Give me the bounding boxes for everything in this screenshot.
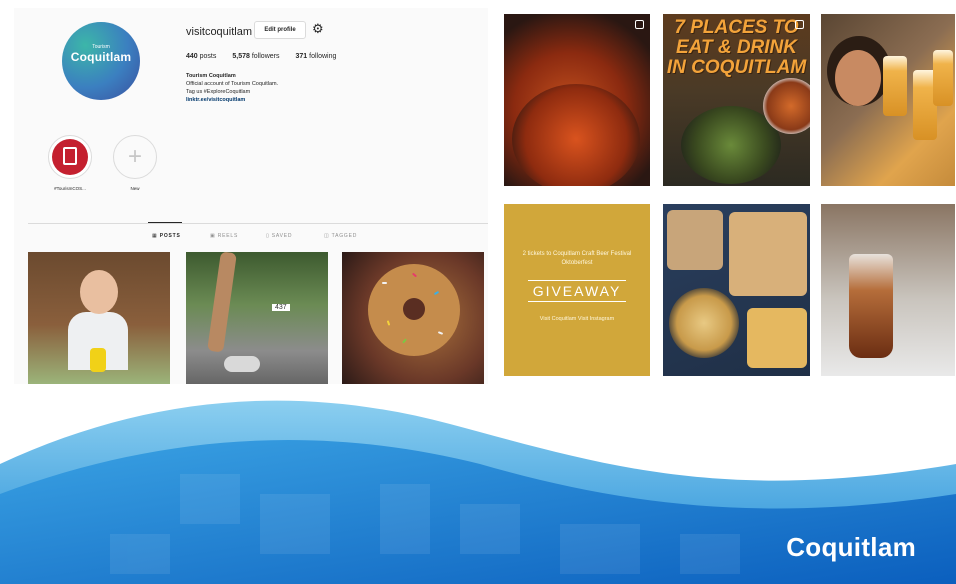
toy-shape bbox=[90, 348, 106, 372]
eat-drink-title-line1: 7 PLACES TO bbox=[674, 17, 799, 38]
tab-tagged[interactable]: ◫ TAGGED bbox=[324, 233, 357, 239]
post-bubble-tea[interactable] bbox=[821, 204, 955, 376]
reels-icon: ▣ bbox=[210, 233, 218, 239]
followers-count: 5,578 bbox=[232, 53, 250, 60]
multi-image-icon bbox=[635, 20, 644, 29]
tab-reels[interactable]: ▣ REELS bbox=[210, 233, 238, 239]
tray-shape bbox=[747, 308, 807, 368]
beer-glass-shape bbox=[933, 50, 953, 106]
baby-face-shape bbox=[80, 270, 118, 314]
highlight-cover bbox=[52, 139, 88, 175]
avatar-brand-text: Coquitlam bbox=[70, 50, 132, 64]
bio-line-1: Official account of Tourism Coquitlam. bbox=[186, 81, 279, 87]
tab-saved[interactable]: ▯ SAVED bbox=[266, 233, 292, 239]
beer-glass-shape bbox=[883, 56, 907, 116]
tab-tagged-label: TAGGED bbox=[331, 233, 358, 239]
highlight-new[interactable]: + bbox=[113, 135, 157, 179]
plus-icon: + bbox=[127, 143, 142, 170]
coquitlam-banner: Coquitlam bbox=[0, 384, 956, 584]
posts-count: 440 bbox=[186, 53, 198, 60]
following-count: 371 bbox=[295, 53, 308, 60]
bio-line-2: Tag us #ExploreCoquitlam bbox=[186, 89, 251, 95]
posts-label: posts bbox=[199, 53, 217, 60]
settings-gear-icon[interactable]: ⚙ bbox=[312, 22, 326, 36]
profile-bio: Tourism Coquitlam Official account of To… bbox=[186, 72, 366, 104]
tab-reels-label: REELS bbox=[217, 233, 239, 239]
coquitlam-logo-text: Coquitlam bbox=[786, 532, 916, 562]
post-sushi[interactable] bbox=[663, 204, 810, 376]
person-face-shape bbox=[835, 50, 881, 106]
active-tab-indicator bbox=[148, 222, 182, 223]
bio-link[interactable]: linktr.ee/visitcoquitlam bbox=[186, 96, 366, 104]
giveaway-top-text: 2 tickets to Coquitlam Craft Beer Festiv… bbox=[522, 251, 632, 266]
profile-stats: 440 posts 5,578 followers 371 following bbox=[186, 53, 336, 60]
post-eat-drink[interactable]: 7 PLACES TO EAT & DRINK IN COQUITLAM bbox=[663, 14, 810, 186]
profile-avatar[interactable]: Tourism Coquitlam bbox=[62, 22, 140, 100]
instagram-profile-screenshot: Tourism Coquitlam visitcoquitlam Edit pr… bbox=[14, 8, 488, 384]
donut-hole-shape bbox=[403, 298, 425, 320]
eat-drink-title-line3: IN COQUITLAM bbox=[666, 57, 807, 78]
tray-shape bbox=[667, 210, 723, 270]
following-stat[interactable]: 371 following bbox=[295, 53, 336, 60]
post-giveaway[interactable]: 2 tickets to Coquitlam Craft Beer Festiv… bbox=[504, 204, 650, 376]
stair-number: 437 bbox=[272, 304, 290, 311]
followers-label: followers bbox=[251, 53, 280, 60]
noodle-bowl-shape bbox=[669, 288, 739, 358]
sprinkle bbox=[382, 282, 387, 284]
hotpot-bowl-shape bbox=[512, 84, 640, 186]
tab-saved-label: SAVED bbox=[271, 233, 293, 239]
giveaway-title: GIVEAWAY bbox=[528, 280, 626, 302]
profile-display-name: Tourism Coquitlam bbox=[186, 73, 236, 79]
eat-drink-title-line2: EAT & DRINK bbox=[675, 37, 798, 58]
tag-icon: ◫ bbox=[324, 233, 332, 239]
grid-icon: ▦ bbox=[152, 233, 160, 239]
tabs-divider bbox=[28, 223, 488, 224]
post-thumb-baby[interactable] bbox=[28, 252, 170, 384]
side-dish-shape bbox=[763, 78, 810, 134]
bubble-tea-cup-shape bbox=[849, 254, 893, 358]
runner-leg-shape bbox=[207, 252, 237, 353]
post-thumb-donut[interactable] bbox=[342, 252, 484, 384]
bag-icon bbox=[63, 147, 77, 165]
tab-posts-label: POSTS bbox=[159, 233, 181, 239]
following-label: following bbox=[309, 53, 337, 60]
tray-shape bbox=[729, 212, 807, 296]
highlight-tourism[interactable] bbox=[48, 135, 92, 179]
post-cheers[interactable] bbox=[821, 14, 955, 186]
multi-image-icon bbox=[795, 20, 804, 29]
followers-stat[interactable]: 5,578 followers bbox=[232, 53, 279, 60]
profile-username: visitcoquitlam bbox=[186, 26, 253, 38]
highlight-label-tourism: #TourismCOS... bbox=[54, 186, 86, 191]
highlight-label-new: New bbox=[130, 186, 140, 191]
giveaway-bottom-text: Visit Coquitlam Visit Instagram bbox=[539, 316, 615, 322]
tab-posts[interactable]: ▦ POSTS bbox=[152, 233, 181, 239]
post-hotpot[interactable] bbox=[504, 14, 650, 186]
posts-stat: 440 posts bbox=[186, 53, 216, 60]
edit-profile-button[interactable]: Edit profile bbox=[254, 21, 306, 39]
post-thumb-stairs[interactable]: 437 bbox=[186, 252, 328, 384]
runner-shoe-shape bbox=[224, 356, 260, 372]
